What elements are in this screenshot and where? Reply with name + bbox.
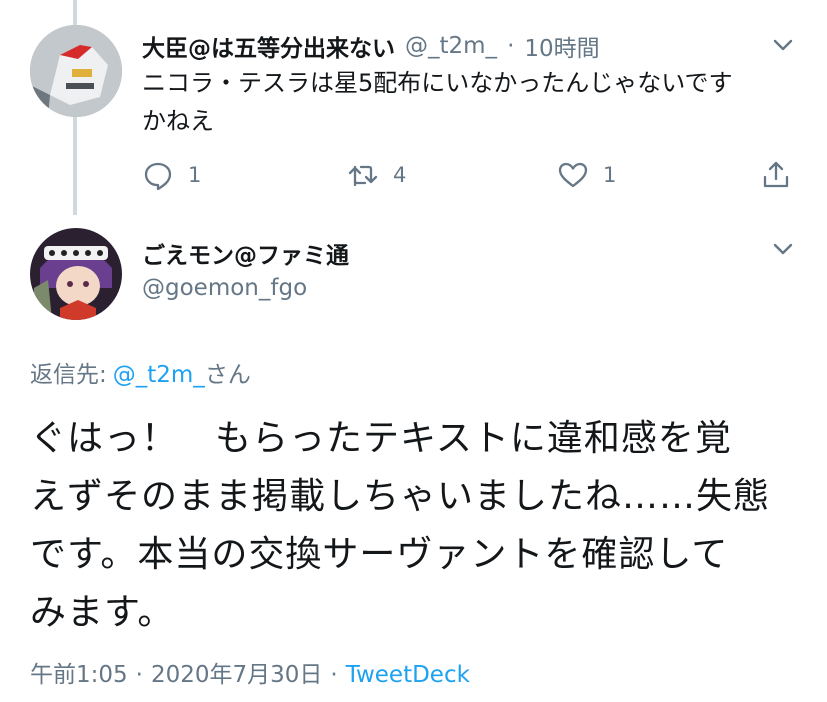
like-button[interactable]: 1 <box>557 158 616 192</box>
reply-tweet-header: 大臣@は五等分出来ない @_t2m_ · 10時間 <box>142 30 600 62</box>
avatar[interactable] <box>30 228 122 320</box>
retweet-count: 4 <box>393 163 407 187</box>
tweet-metadata: 午前1:05 · 2020年7月30日 · TweetDeck <box>30 655 470 689</box>
tweet-time: 午前1:05 <box>30 662 128 688</box>
tweet-date: 2020年7月30日 <box>150 662 323 688</box>
separator-dot: · <box>507 33 515 59</box>
share-icon <box>763 161 789 188</box>
replying-to-label: 返信先: <box>30 362 107 388</box>
reply-tweet-text: ニコラ・テスラは星5配布にいなかったんじゃないです かねえ <box>142 69 733 135</box>
main-tweet-line: えずそのまま掲載しちゃいましたね……失態 <box>30 476 771 517</box>
main-handle[interactable]: @goemon_fgo <box>142 275 307 301</box>
share-button[interactable] <box>760 158 792 192</box>
main-display-name[interactable]: ごえモン@ファミ通 <box>142 236 349 270</box>
like-count: 1 <box>603 163 617 187</box>
reply-display-name[interactable]: 大臣@は五等分出来ない <box>142 29 395 63</box>
separator-dot: · <box>330 662 338 688</box>
reply-timestamp[interactable]: 10時間 <box>524 29 599 63</box>
main-tweet-line: みます。 <box>30 592 175 633</box>
main-tweet-line: ぐはっ！ もらったテキストに違和感を覚 <box>30 418 732 459</box>
reply-button[interactable]: 1 <box>142 158 201 192</box>
retweet-button[interactable]: 4 <box>347 158 406 192</box>
reply-icon <box>144 162 172 191</box>
retweet-icon <box>348 165 378 187</box>
replying-to-mention-link[interactable]: @_t2m_ <box>113 362 205 388</box>
avatar[interactable] <box>30 25 122 117</box>
replying-to: 返信先: @_t2m_さん <box>30 355 251 389</box>
chevron-down-icon[interactable] <box>770 236 796 262</box>
replying-to-suffix: さん <box>204 362 251 388</box>
heart-icon <box>558 162 588 188</box>
main-tweet-line: です。本当の交換サーヴァントを確認して <box>30 534 729 575</box>
reply-handle[interactable]: @_t2m_ <box>405 33 497 59</box>
chevron-down-icon[interactable] <box>770 32 796 58</box>
main-tweet-text: ぐはっ！ もらったテキストに違和感を覚 えずそのまま掲載しちゃいましたね……失態… <box>30 410 800 642</box>
separator-dot: · <box>135 662 143 688</box>
reply-count: 1 <box>188 163 202 187</box>
tweet-source-link[interactable]: TweetDeck <box>346 662 470 688</box>
